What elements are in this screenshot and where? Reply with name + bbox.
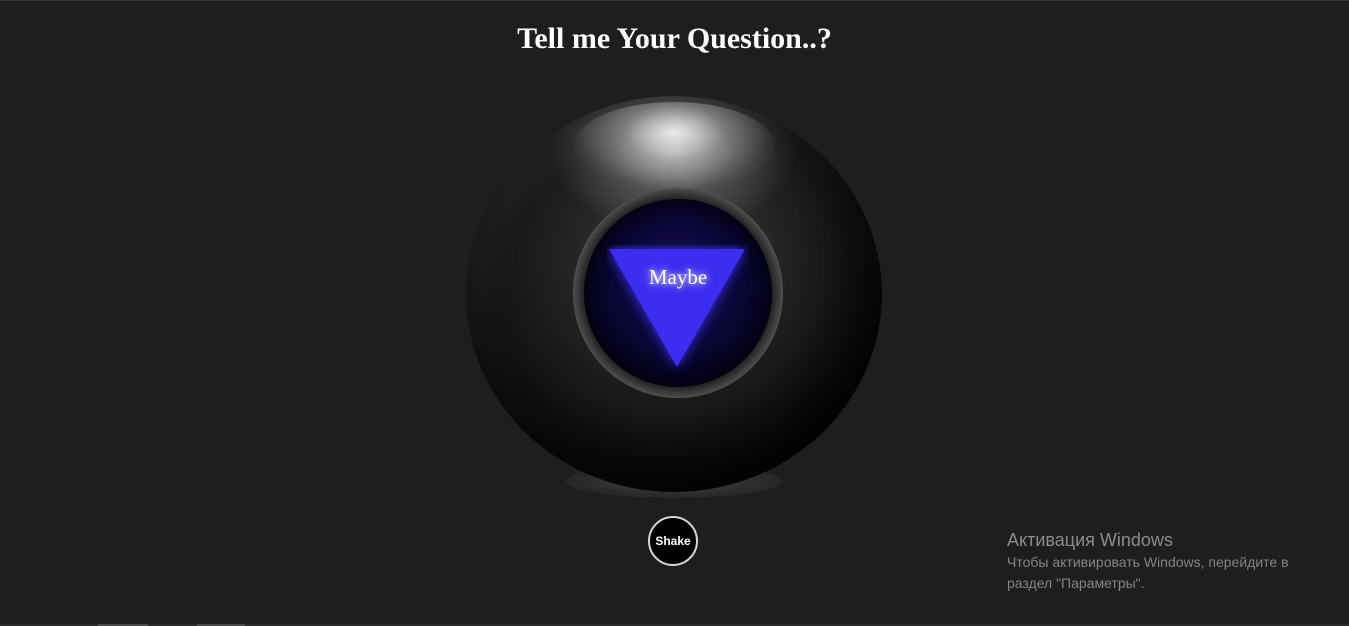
answer-window-ring: Maybe [573, 188, 783, 398]
answer-text: Maybe [648, 265, 708, 289]
magic-8-ball: Maybe [462, 96, 886, 500]
activation-line-1: Чтобы активировать Windows, перейдите в [1007, 554, 1289, 570]
answer-triangle [609, 249, 745, 367]
top-border [0, 0, 1349, 1]
ball-highlight [574, 102, 774, 188]
answer-window: Maybe [584, 199, 772, 387]
page-title: Tell me Your Question..? [517, 22, 832, 55]
activation-title: Активация Windows [1007, 530, 1173, 550]
activation-line-2: раздел "Параметры". [1007, 575, 1145, 591]
windows-activation-watermark: Активация Windows Чтобы активировать Win… [1007, 528, 1289, 594]
shake-button[interactable]: Shake [648, 516, 698, 566]
ball-body: Maybe [466, 96, 882, 492]
